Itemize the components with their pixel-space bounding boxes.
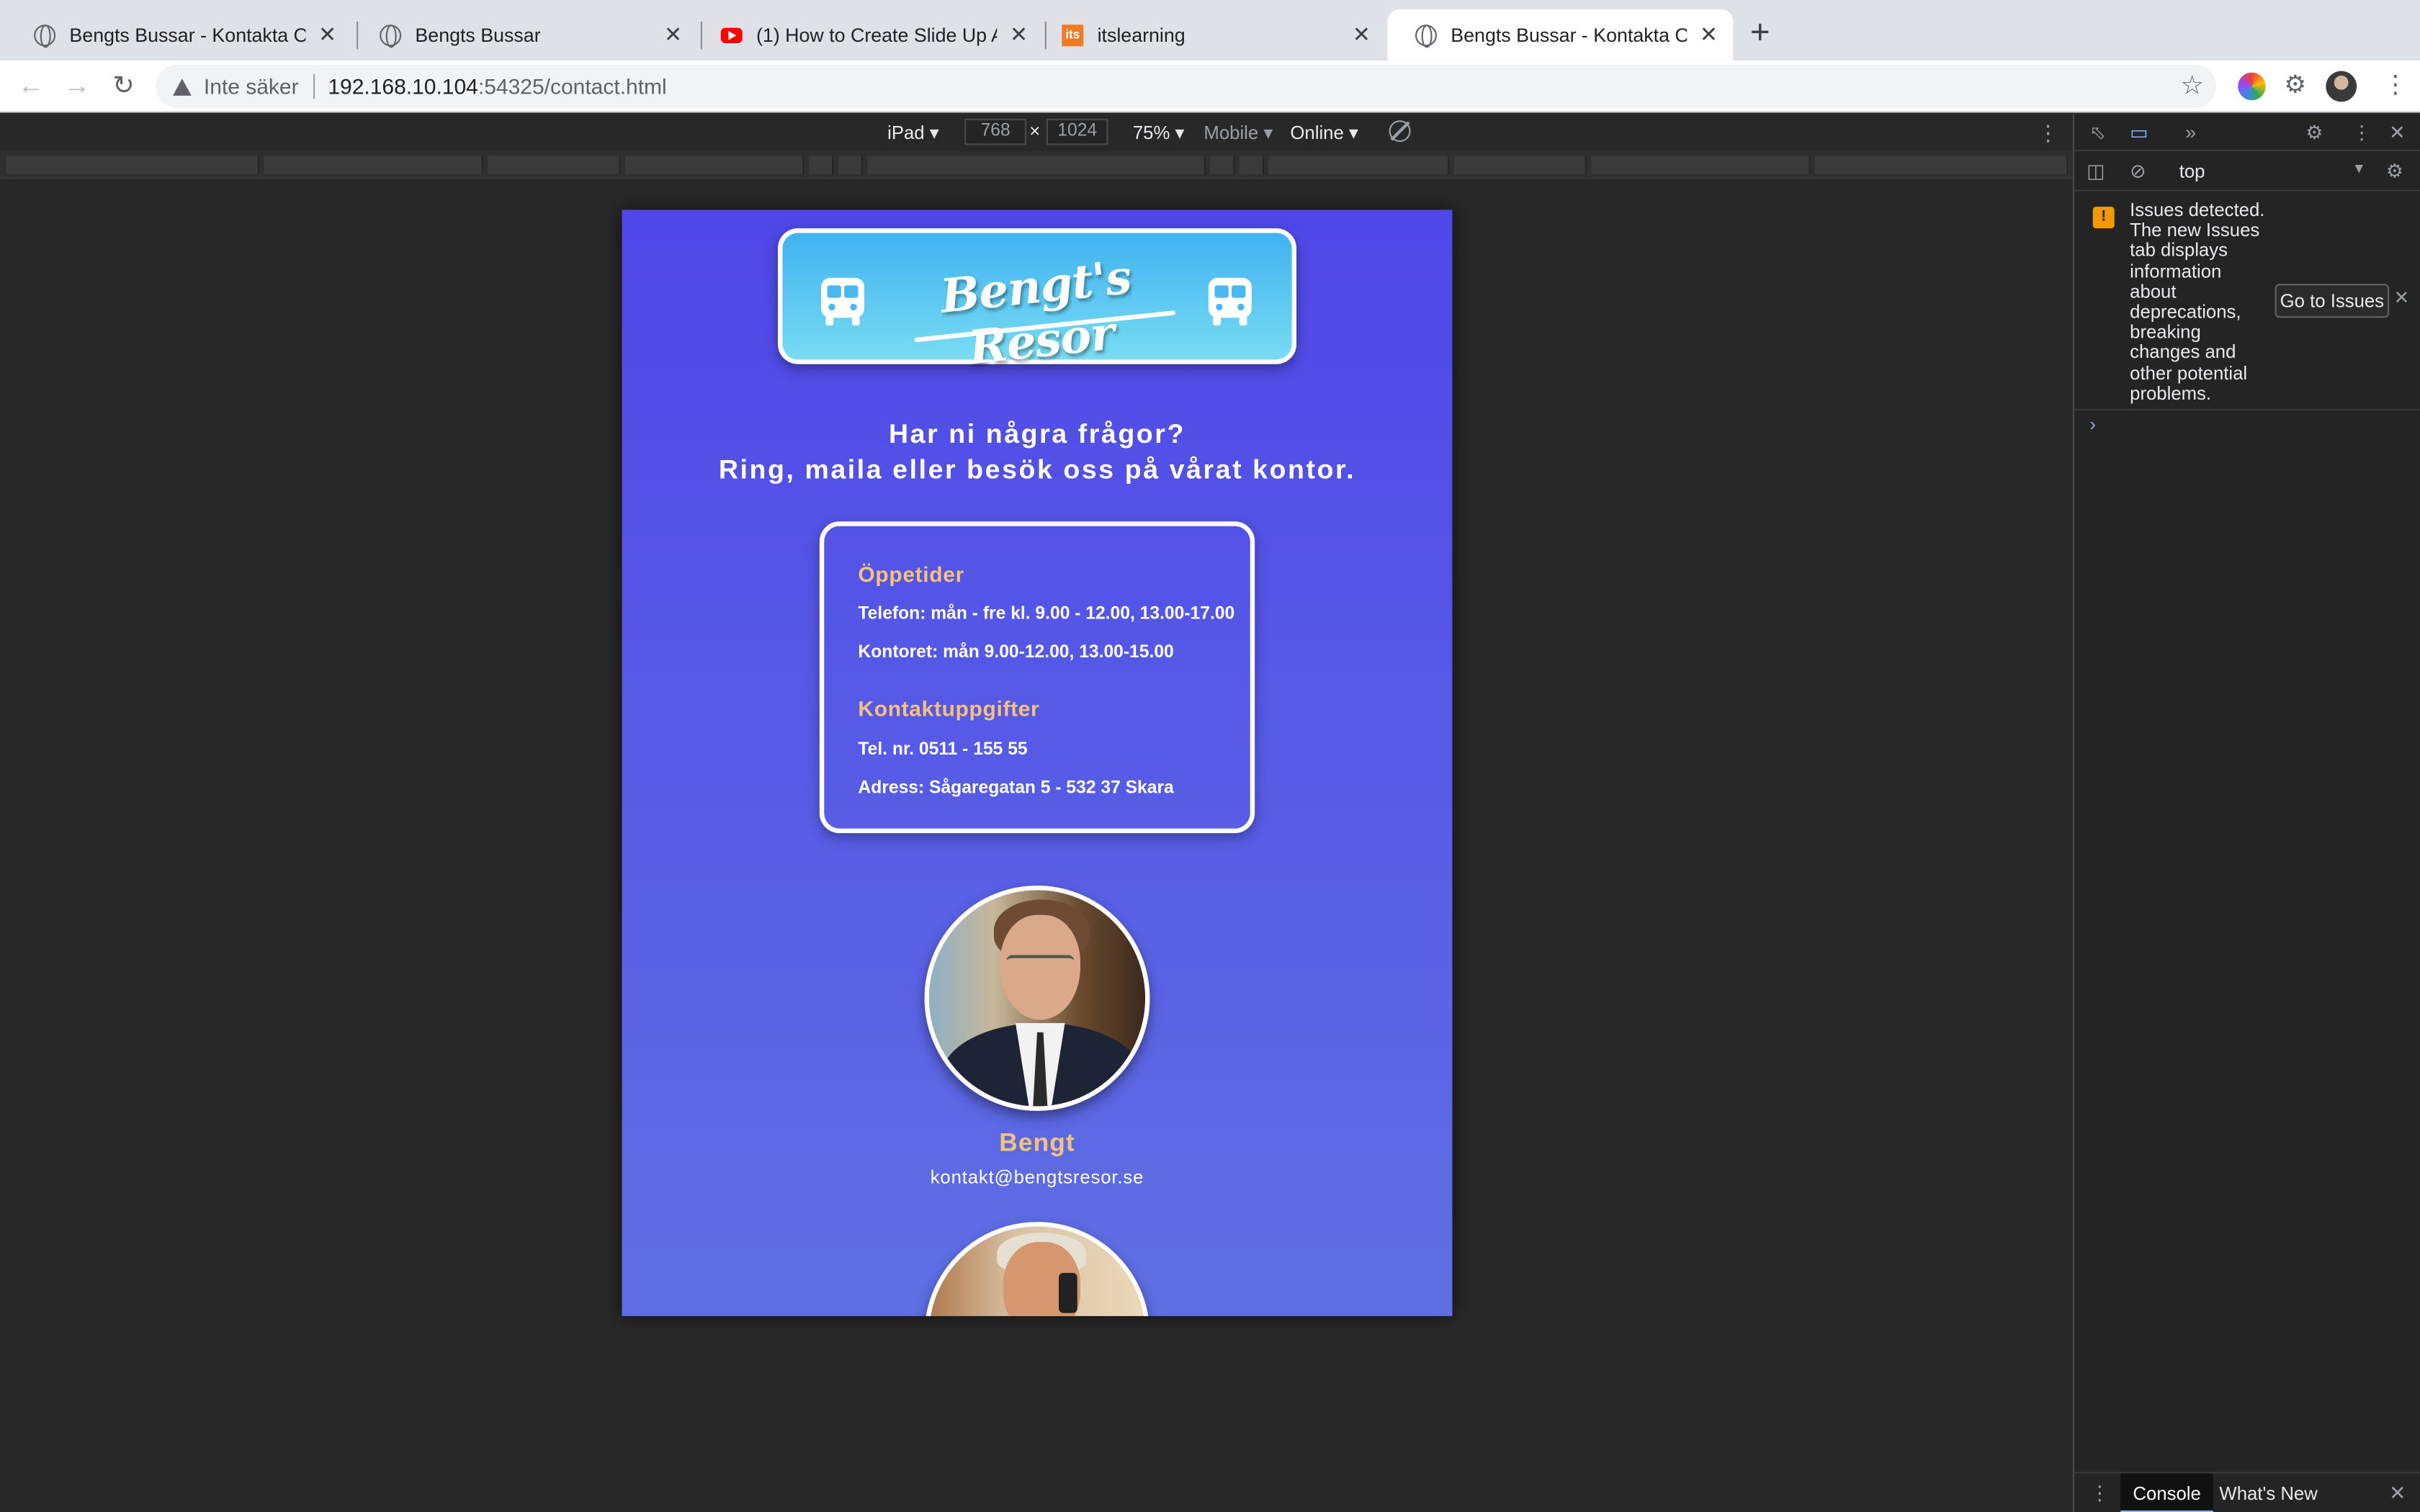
- portrait-bengt: [924, 886, 1150, 1111]
- device-select[interactable]: iPad ▾: [887, 122, 939, 143]
- browser-toolbar: ← → ↻ Inte säker 192.168.10.104 :54325/c…: [0, 60, 2420, 113]
- person-name: Bengt: [999, 1129, 1075, 1158]
- bus-icon: [821, 277, 864, 326]
- media-query-ruler[interactable]: [0, 151, 2073, 179]
- bookmark-star-icon[interactable]: ☆: [2180, 71, 2204, 102]
- hours-heading: Öppetider: [858, 562, 964, 587]
- close-tab-icon[interactable]: ✕: [1010, 23, 1028, 45]
- device-viewport: Bengt's Resor Har ni några frågor? Ring,…: [622, 210, 1453, 1316]
- close-tab-icon[interactable]: ✕: [1700, 23, 1718, 45]
- page-headline-line2: Ring, maila eller besök oss på vårat kon…: [718, 454, 1356, 485]
- clear-console-icon[interactable]: ⊘: [2130, 161, 2146, 182]
- tab-youtube[interactable]: (1) How to Create Slide Up Ani ✕: [693, 9, 1043, 60]
- dimension-times: ×: [1029, 120, 1041, 143]
- warning-icon: !: [2092, 207, 2115, 229]
- drawer-close-icon[interactable]: ✕: [2389, 1481, 2406, 1506]
- address-path: :54325/contact.html: [478, 73, 667, 99]
- tab-whats-new[interactable]: What's New: [2219, 1473, 2317, 1512]
- tab-title: (1) How to Create Slide Up Ani: [756, 24, 998, 46]
- not-secure-icon: [173, 78, 192, 95]
- address-divider: [314, 73, 316, 99]
- devtools-panel: ⬁ ▭ » ⚙ ⋮ ✕ ◫ ⊘ top ▼ ⚙ ! Issues detecte…: [2072, 114, 2420, 1512]
- issues-banner: ! Issues detected. The new Issues tab di…: [2074, 192, 2420, 410]
- forward-icon[interactable]: →: [60, 69, 94, 103]
- viewport-height-input[interactable]: 1024: [1046, 119, 1108, 145]
- person-email[interactable]: kontakt@bengtsresor.se: [622, 1166, 1453, 1188]
- devtools-menu-icon[interactable]: ⋮: [2352, 122, 2372, 143]
- device-toggle-icon[interactable]: ▭: [2130, 122, 2148, 143]
- tab-itslearning[interactable]: its itslearning ✕: [1034, 9, 1386, 60]
- devtools-settings-icon[interactable]: ⚙: [2305, 122, 2323, 143]
- chevron-down-icon: ▼: [2352, 160, 2366, 176]
- console-toolbar: ◫ ⊘ top ▼ ⚙: [2074, 151, 2420, 192]
- devtools-header: ⬁ ▭ » ⚙ ⋮ ✕: [2074, 114, 2420, 151]
- drawer-menu-icon[interactable]: ⋮: [2089, 1481, 2110, 1506]
- reload-icon[interactable]: ↻: [107, 69, 140, 103]
- hours-office: Kontoret: mån 9.00-12.00, 13.00-15.00: [858, 643, 1174, 662]
- go-to-issues-button[interactable]: Go to Issues: [2275, 284, 2390, 318]
- address-bar[interactable]: Inte säker 192.168.10.104 :54325/contact…: [156, 65, 2217, 108]
- context-select[interactable]: top: [2179, 161, 2205, 182]
- rotate-icon[interactable]: [1389, 120, 1411, 143]
- contact-phone: Tel. nr. 0511 - 155 55: [858, 740, 1028, 760]
- page-headline-line1: Har ni några frågor?: [889, 418, 1186, 449]
- contact-heading: Kontaktuppgifter: [858, 696, 1040, 721]
- tab-contact-active[interactable]: Bengts Bussar - Kontakta Oss ✕: [1387, 9, 1734, 60]
- tab-console[interactable]: Console: [2120, 1473, 2213, 1512]
- network-throttle-select[interactable]: Online ▾: [1290, 122, 1358, 143]
- devtools-drawer-tabs: ⋮ Console What's New ✕: [2074, 1472, 2420, 1512]
- sidebar-toggle-icon[interactable]: ◫: [2087, 161, 2105, 182]
- tab-title: Bengts Bussar - Kontakta Oss: [69, 24, 306, 46]
- hours-phone: Telefon: mån - fre kl. 9.00 - 12.00, 13.…: [858, 605, 1235, 624]
- youtube-icon: [720, 27, 743, 42]
- globe-icon: [1415, 24, 1437, 48]
- site-logo[interactable]: Bengt's Resor: [778, 228, 1296, 376]
- tab-contact-1[interactable]: Bengts Bussar - Kontakta Oss ✕: [6, 9, 352, 60]
- device-type-select[interactable]: Mobile ▾: [1204, 122, 1273, 143]
- devtools-close-icon[interactable]: ✕: [2389, 122, 2405, 143]
- tab-title: Bengts Bussar: [415, 24, 541, 46]
- tab-bengts-bussar[interactable]: Bengts Bussar ✕: [352, 9, 698, 60]
- contact-address: Adress: Sågaregatan 5 - 532 37 Skara: [858, 779, 1174, 798]
- security-label[interactable]: Inte säker: [204, 74, 299, 99]
- console-prompt[interactable]: ›: [2089, 413, 2096, 435]
- back-icon[interactable]: ←: [14, 69, 48, 103]
- device-menu-icon[interactable]: ⋮: [2038, 120, 2059, 146]
- globe-icon: [34, 24, 56, 48]
- viewport-width-input[interactable]: 768: [964, 119, 1026, 145]
- portrait-second-person: [924, 1222, 1150, 1316]
- issues-message: Issues detected. The new Issues tab disp…: [2130, 199, 2265, 405]
- close-tab-icon[interactable]: ✕: [318, 23, 336, 45]
- new-tab-button[interactable]: +: [1750, 14, 1770, 49]
- profile-avatar[interactable]: [2326, 71, 2357, 102]
- info-card: Öppetider Telefon: mån - fre kl. 9.00 - …: [819, 521, 1255, 834]
- color-extension-icon[interactable]: [2238, 72, 2266, 101]
- address-host: 192.168.10.104: [328, 73, 478, 99]
- device-toolbar: iPad ▾ 768 × 1024 75% ▾ Mobile ▾ Online …: [0, 114, 2073, 151]
- itslearning-icon: its: [1062, 24, 1084, 46]
- close-banner-icon[interactable]: ✕: [2394, 287, 2410, 309]
- tab-strip: Bengts Bussar - Kontakta Oss ✕ Bengts Bu…: [0, 0, 2420, 60]
- close-tab-icon[interactable]: ✕: [1353, 23, 1371, 45]
- globe-icon: [380, 24, 402, 48]
- zoom-select[interactable]: 75% ▾: [1133, 122, 1185, 143]
- close-tab-icon[interactable]: ✕: [664, 23, 682, 45]
- inspect-element-icon[interactable]: ⬁: [2089, 122, 2105, 143]
- browser-menu-icon[interactable]: ⋮: [2383, 69, 2411, 99]
- tab-title: itslearning: [1097, 24, 1186, 46]
- more-panels-icon[interactable]: »: [2185, 122, 2196, 143]
- tab-title: Bengts Bussar - Kontakta Oss: [1451, 24, 1688, 46]
- extensions-puzzle-icon[interactable]: ⚙: [2284, 69, 2312, 99]
- console-settings-icon[interactable]: ⚙: [2386, 161, 2403, 182]
- bus-icon: [1208, 277, 1252, 326]
